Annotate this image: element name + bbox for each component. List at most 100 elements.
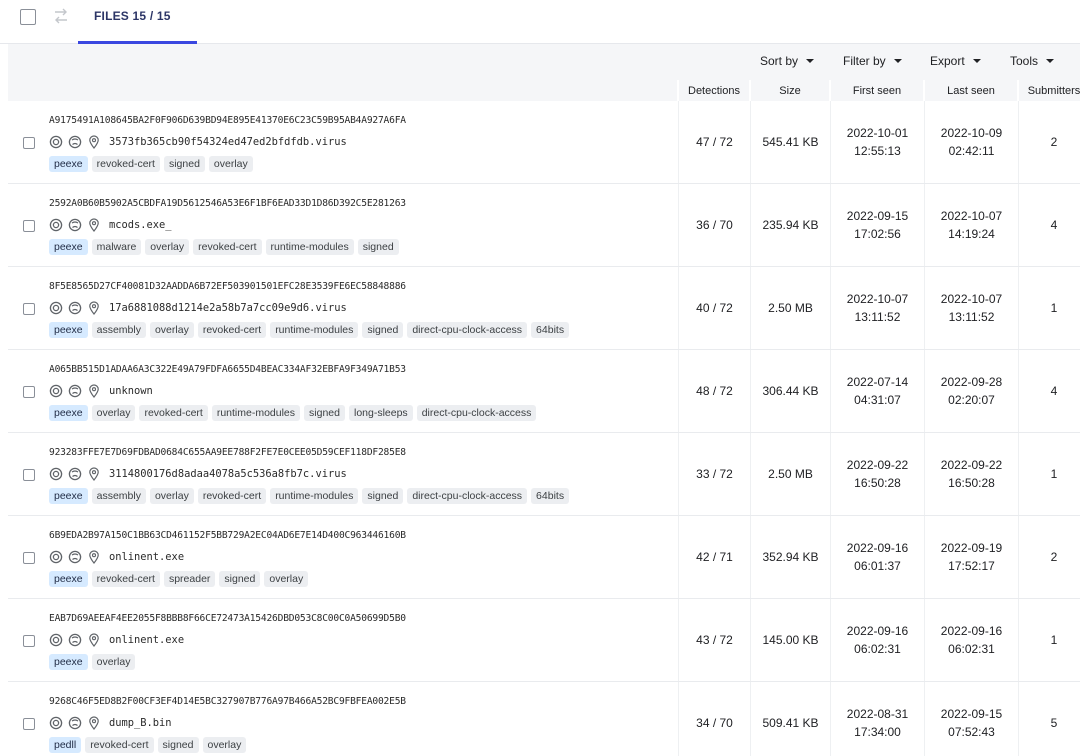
tag-badge[interactable]: runtime-modules xyxy=(211,405,301,421)
tools-label: Tools xyxy=(1010,54,1039,68)
tag-badge[interactable]: overlay xyxy=(149,488,194,504)
tag-badge[interactable]: pedll xyxy=(49,737,82,753)
tag-badge[interactable]: overlay xyxy=(145,239,190,255)
tag-badge[interactable]: 64bits xyxy=(531,488,570,504)
file-hash[interactable]: 9268C46F5ED8B2F00CF3EF4D14E5BC327907B776… xyxy=(49,696,406,707)
tag-badge[interactable]: malware xyxy=(91,239,142,255)
file-hash[interactable]: 8F5E8565D27CF40081D32AADDA6B72EF50390150… xyxy=(49,281,406,292)
tag-badge[interactable]: overlay xyxy=(202,737,247,753)
row-checkbox[interactable] xyxy=(23,137,35,149)
tag-badge[interactable]: runtime-modules xyxy=(265,239,354,255)
tab-files[interactable]: FILES 15 / 15 xyxy=(78,0,198,44)
submitters-cell: 4 xyxy=(1019,350,1080,432)
tag-badge[interactable]: revoked-cert xyxy=(85,737,154,753)
tag-badge[interactable]: assembly xyxy=(91,322,146,338)
tag-badge[interactable]: spreader xyxy=(163,571,216,587)
tag-badge[interactable]: signed xyxy=(157,737,199,753)
tag-badge[interactable]: revoked-cert xyxy=(91,571,160,587)
column-header-last-seen[interactable]: Last seen xyxy=(925,80,1017,101)
tag-badge[interactable]: overlay xyxy=(208,156,253,172)
table-row[interactable]: 9268C46F5ED8B2F00CF3EF4D14E5BC327907B776… xyxy=(8,682,1080,756)
last-seen-cell: 2022-10-07 14:19:24 xyxy=(925,184,1018,266)
tag-badge[interactable]: revoked-cert xyxy=(197,322,267,338)
tag-badge[interactable]: revoked-cert xyxy=(197,488,267,504)
tag-badge[interactable]: direct-cpu-clock-access xyxy=(407,322,528,338)
table-row[interactable]: 923283FFE7E7D69FDBAD0684C655AA9EE788F2FE… xyxy=(8,433,1080,516)
tag-badge[interactable]: direct-cpu-clock-access xyxy=(416,405,537,421)
file-info-line: dump_B.bin xyxy=(49,715,172,731)
tag-badge[interactable]: revoked-cert xyxy=(139,405,208,421)
tag-badge[interactable]: signed xyxy=(304,405,345,421)
row-checkbox[interactable] xyxy=(23,635,35,647)
tag-badge[interactable]: signed xyxy=(362,488,404,504)
tag-badge[interactable]: peexe xyxy=(49,571,88,587)
row-checkbox[interactable] xyxy=(23,386,35,398)
file-name[interactable]: dump_B.bin xyxy=(109,717,172,729)
tag-badge[interactable]: peexe xyxy=(49,156,88,172)
file-name[interactable]: 3114800176d8adaa4078a5c536a8fb7c.virus xyxy=(109,468,347,480)
row-checkbox[interactable] xyxy=(23,220,35,232)
file-hash[interactable]: 2592A0B60B5902A5CBDFA19D5612546A53E6F1BF… xyxy=(49,198,406,209)
file-name[interactable]: 3573fb365cb90f54324ed47ed2bfdfdb.virus xyxy=(109,136,347,148)
tag-badge[interactable]: signed xyxy=(219,571,261,587)
tag-badge[interactable]: peexe xyxy=(49,654,88,670)
swap-arrows-icon[interactable] xyxy=(52,6,70,26)
table-row[interactable]: EAB7D69AEEAF4EE2055F8BBB8F66CE72473A1542… xyxy=(8,599,1080,682)
tag-badge[interactable]: peexe xyxy=(49,488,88,504)
table-row[interactable]: A9175491A108645BA2F0F906D639BD94E895E413… xyxy=(8,101,1080,184)
tag-badge[interactable]: overlay xyxy=(91,405,136,421)
file-hash[interactable]: EAB7D69AEEAF4EE2055F8BBB8F66CE72473A1542… xyxy=(49,613,406,624)
column-header-submitters[interactable]: Submitters xyxy=(1019,80,1080,101)
tag-badge[interactable]: runtime-modules xyxy=(270,488,359,504)
file-name[interactable]: unknown xyxy=(109,385,153,397)
column-header-detections[interactable]: Detections xyxy=(679,80,749,101)
table-row[interactable]: 2592A0B60B5902A5CBDFA19D5612546A53E6F1BF… xyxy=(8,184,1080,267)
file-hash[interactable]: 6B9EDA2B97A150C1BB63CD461152F5BB729A2EC0… xyxy=(49,530,406,541)
detections-cell: 33 / 72 xyxy=(679,433,750,515)
tag-list: peexe malware overlay revoked-cert runtime-m… xyxy=(49,239,403,255)
table-row[interactable]: 8F5E8565D27CF40081D32AADDA6B72EF50390150… xyxy=(8,267,1080,350)
filter-by-button[interactable]: Filter by xyxy=(843,54,902,68)
tag-badge[interactable]: assembly xyxy=(91,488,146,504)
tag-badge[interactable]: peexe xyxy=(49,322,88,338)
row-checkbox[interactable] xyxy=(23,303,35,315)
table-row[interactable]: A065BB515D1ADAA6A3C322E49A79FDFA6655D4BE… xyxy=(8,350,1080,433)
tag-badge[interactable]: peexe xyxy=(49,405,88,421)
tag-list: pedll revoked-cert signed overlay xyxy=(49,737,250,753)
tag-badge[interactable]: revoked-cert xyxy=(193,239,262,255)
column-header-size[interactable]: Size xyxy=(751,80,829,101)
tag-badge[interactable]: revoked-cert xyxy=(91,156,160,172)
target-icon xyxy=(49,467,63,481)
tag-badge[interactable]: signed xyxy=(163,156,205,172)
file-hash[interactable]: A9175491A108645BA2F0F906D639BD94E895E413… xyxy=(49,115,406,126)
tag-badge[interactable]: long-sleeps xyxy=(348,405,413,421)
detections-cell: 48 / 72 xyxy=(679,350,750,432)
tag-badge[interactable]: overlay xyxy=(149,322,194,338)
sort-by-button[interactable]: Sort by xyxy=(760,54,815,68)
tag-badge[interactable]: 64bits xyxy=(531,322,570,338)
file-name[interactable]: onlinent.exe xyxy=(109,634,184,646)
tag-badge[interactable]: overlay xyxy=(91,654,136,670)
file-hash[interactable]: A065BB515D1ADAA6A3C322E49A79FDFA6655D4BE… xyxy=(49,364,406,375)
export-button[interactable]: Export xyxy=(930,54,981,68)
tag-badge[interactable]: peexe xyxy=(49,239,88,255)
last-seen-date: 2022-09-15 xyxy=(940,707,1003,721)
row-checkbox[interactable] xyxy=(23,552,35,564)
row-checkbox[interactable] xyxy=(23,469,35,481)
row-checkbox[interactable] xyxy=(23,718,35,730)
tag-badge[interactable]: direct-cpu-clock-access xyxy=(407,488,528,504)
target-icon xyxy=(49,633,63,647)
file-name[interactable]: 17a6881088d1214e2a58b7a7cc09e9d6.virus xyxy=(109,302,347,314)
file-name[interactable]: mcods.exe_ xyxy=(109,219,172,231)
tools-button[interactable]: Tools xyxy=(1010,54,1055,68)
column-header-first-seen[interactable]: First seen xyxy=(831,80,923,101)
file-hash[interactable]: 923283FFE7E7D69FDBAD0684C655AA9EE788F2FE… xyxy=(49,447,406,458)
tag-badge[interactable]: overlay xyxy=(264,571,309,587)
table-row[interactable]: 6B9EDA2B97A150C1BB63CD461152F5BB729A2EC0… xyxy=(8,516,1080,599)
tag-badge[interactable]: signed xyxy=(357,239,399,255)
select-all-checkbox[interactable] xyxy=(20,9,36,25)
first-seen-time: 12:55:13 xyxy=(854,144,901,158)
file-name[interactable]: onlinent.exe xyxy=(109,551,184,563)
tag-badge[interactable]: runtime-modules xyxy=(270,322,359,338)
tag-badge[interactable]: signed xyxy=(362,322,404,338)
